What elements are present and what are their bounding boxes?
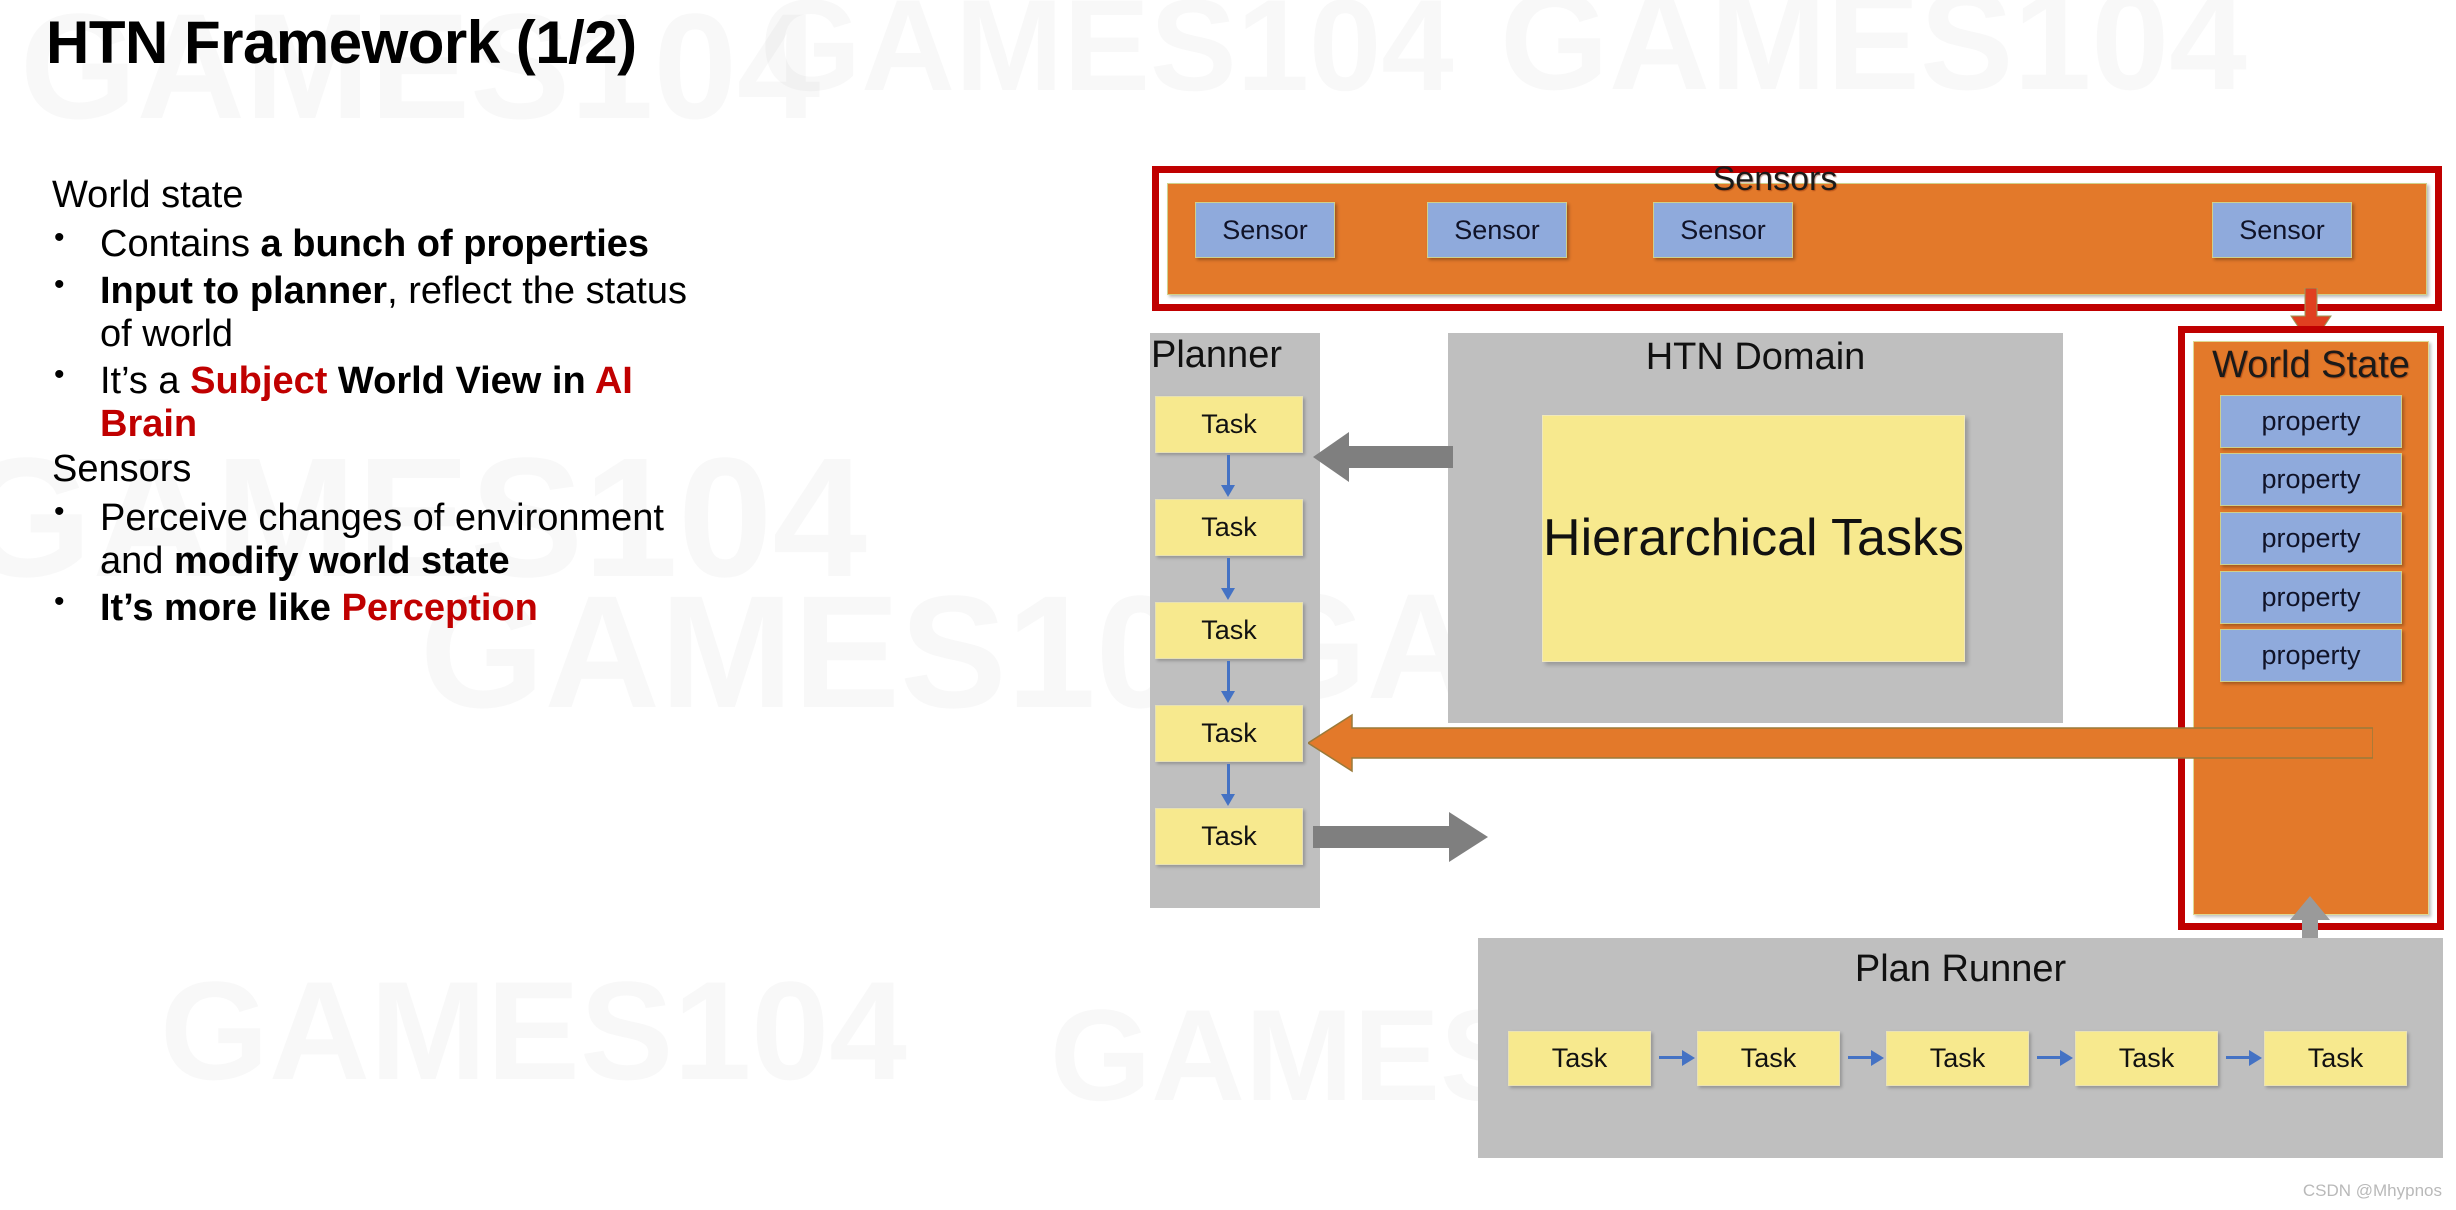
slide-body-text: World state Contains a bunch of properti… (52, 174, 712, 634)
htn-domain-title: HTN Domain (1645, 336, 1866, 378)
world-state-to-planner-arrow (1308, 713, 2373, 773)
bullet-text: Contains (100, 222, 261, 265)
planner-title: Planner (1151, 334, 1282, 376)
bullet-list-sensors: Perceive changes of environment and modi… (52, 495, 712, 630)
plan-runner-connector-arrow (2226, 1049, 2262, 1066)
htn-domain-to-planner-arrow (1313, 432, 1453, 482)
source-credit-watermark: CSDN @Mhypnos (2302, 1181, 2442, 1200)
plan-runner-connector-arrow (2037, 1049, 2073, 1066)
bullet-item: Perceive changes of environment and modi… (52, 495, 712, 583)
planner-task-box[interactable]: Task (1155, 705, 1303, 762)
planner-connector-arrow (1221, 764, 1235, 806)
bullet-text-highlight: Perception (341, 587, 538, 630)
plan-runner-task-box[interactable]: Task (1886, 1031, 2029, 1086)
planner-task-box[interactable]: Task (1155, 396, 1303, 453)
plan-runner-task-box[interactable]: Task (2264, 1031, 2407, 1086)
sensor-box[interactable]: Sensor (1653, 202, 1793, 258)
planner-to-plan-runner-arrow (1313, 812, 1488, 862)
planner-connector-arrow (1221, 558, 1235, 600)
bullet-text-bold: Input to planner (100, 269, 388, 312)
bullet-item: Input to planner, reflect the status of … (52, 268, 712, 356)
sensors-title: Sensors (1712, 160, 1838, 198)
bullet-text: It’s a (100, 359, 191, 402)
planner-task-box[interactable]: Task (1155, 602, 1303, 659)
watermark-text: GAMES104 (1500, 0, 2247, 119)
bullet-text-highlight: Subject (190, 359, 328, 402)
bullet-text-bold: modify world state (173, 540, 510, 583)
world-state-property-box[interactable]: property (2220, 629, 2402, 682)
plan-runner-task-box[interactable]: Task (1508, 1031, 1651, 1086)
plan-runner-task-box[interactable]: Task (2075, 1031, 2218, 1086)
plan-runner-connector-arrow (1659, 1049, 1695, 1066)
planner-task-box[interactable]: Task (1155, 499, 1303, 556)
world-state-property-box[interactable]: property (2220, 512, 2402, 565)
hierarchical-tasks-box[interactable]: Hierarchical Tasks (1542, 415, 1965, 662)
sensor-box[interactable]: Sensor (1427, 202, 1567, 258)
world-state-property-box[interactable]: property (2220, 571, 2402, 624)
sensor-box[interactable]: Sensor (1195, 202, 1335, 258)
world-state-property-box[interactable]: property (2220, 395, 2402, 448)
page-title: HTN Framework (1/2) (46, 9, 637, 76)
world-state-property-box[interactable]: property (2220, 453, 2402, 506)
bullet-item: It’s a Subject World View in AI Brain (52, 358, 712, 446)
world-state-title: World State (2212, 344, 2410, 386)
watermark-text: GAMES104 (160, 952, 907, 1109)
sensor-box[interactable]: Sensor (2212, 202, 2352, 258)
htn-framework-diagram: Sensors Sensor Sensor Sensor Sensor Plan… (1145, 158, 2445, 1178)
plan-runner-connector-arrow (1848, 1049, 1884, 1066)
bullet-text-bold: World View in (327, 359, 595, 402)
section-heading-sensors: Sensors (52, 448, 192, 491)
planner-task-box[interactable]: Task (1155, 808, 1303, 865)
section-heading-world-state: World state (52, 174, 244, 216)
bullet-text-bold: a bunch of properties (260, 222, 650, 265)
bullet-list-world-state: Contains a bunch of properties Input to … (52, 221, 712, 446)
plan-runner-title: Plan Runner (1854, 948, 2067, 990)
plan-runner-task-box[interactable]: Task (1697, 1031, 1840, 1086)
planner-connector-arrow (1221, 661, 1235, 703)
planner-connector-arrow (1221, 455, 1235, 497)
watermark-text: GAMES104 (760, 0, 1454, 118)
bullet-text-bold: It’s more like (100, 587, 342, 630)
bullet-item: It’s more like Perception (52, 585, 712, 630)
bullet-item: Contains a bunch of properties (52, 221, 712, 266)
